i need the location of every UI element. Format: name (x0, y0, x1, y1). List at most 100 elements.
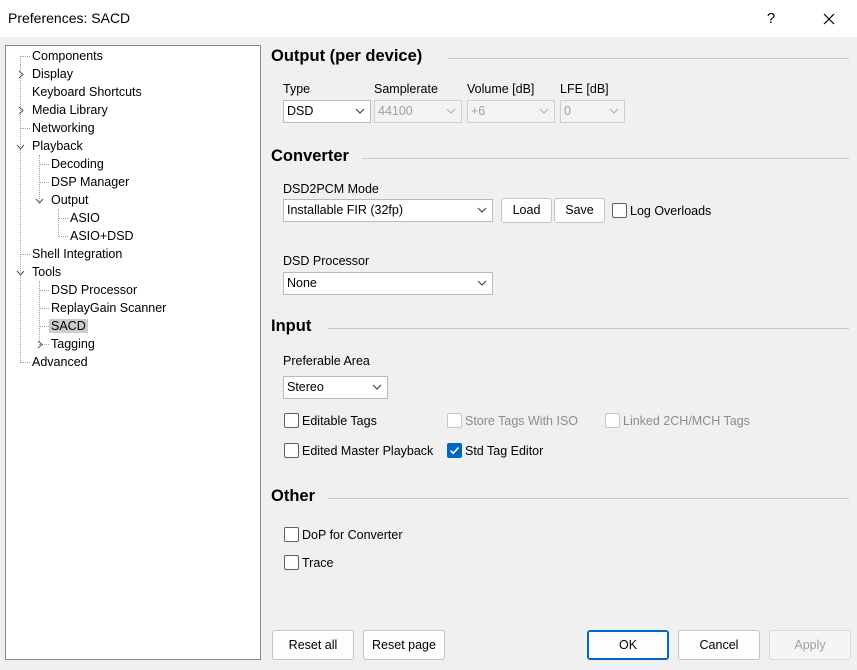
section-divider (328, 498, 849, 499)
log-overloads-checkbox[interactable] (612, 203, 627, 218)
tree-item-sacd[interactable]: SACD (49, 317, 88, 335)
chevron-down-icon (477, 280, 487, 286)
tree-item-label: Display (32, 67, 73, 81)
std-tag-editor-checkbox[interactable] (447, 443, 462, 458)
chevron-down-icon[interactable] (16, 142, 25, 151)
tree-item-media-library[interactable]: Media Library (30, 101, 110, 119)
tree-item-decoding[interactable]: Decoding (49, 155, 106, 173)
chevron-right-icon[interactable] (16, 70, 25, 79)
tree-item-label: Networking (32, 121, 95, 135)
tree-connector (39, 308, 49, 309)
tree-item-output[interactable]: Output (49, 191, 91, 209)
section-divider (328, 328, 849, 329)
preferable-area-value: Stereo (287, 380, 324, 394)
save-button[interactable]: Save (554, 198, 605, 223)
tree-item-label: Shell Integration (32, 247, 123, 261)
tree-item-label: ASIO (70, 211, 100, 225)
preferable-area-select[interactable]: Stereo (283, 376, 388, 399)
tree-item-label: ASIO+DSD (70, 229, 134, 243)
dsd-processor-label: DSD Processor (283, 254, 370, 268)
tree-item-asio[interactable]: ASIO (68, 209, 102, 227)
trace-checkbox[interactable] (284, 555, 299, 570)
tree-item-display[interactable]: Display (30, 65, 75, 83)
chevron-down-icon (477, 207, 487, 213)
chevron-right-icon[interactable] (16, 106, 25, 115)
tree-item-label: Playback (32, 139, 83, 153)
other-section-title: Other (271, 487, 316, 505)
linked-tags-checkbox[interactable] (605, 413, 620, 428)
samplerate-select-value: 44100 (378, 104, 413, 118)
tree-connector (39, 182, 49, 183)
tree-connector (58, 218, 68, 219)
tree-item-asio-dsd[interactable]: ASIO+DSD (68, 227, 136, 245)
tree-item-components[interactable]: Components (30, 47, 105, 65)
tree-item-advanced[interactable]: Advanced (30, 353, 90, 371)
chevron-down-icon (609, 108, 619, 114)
tree-connector (58, 209, 59, 237)
tree-connector (20, 56, 21, 363)
tree-item-dsd-processor[interactable]: DSD Processor (49, 281, 139, 299)
chevron-down-icon (539, 108, 549, 114)
store-tags-label: Store Tags With ISO (465, 414, 579, 428)
editable-tags-checkbox[interactable] (284, 413, 299, 428)
edited-master-playback-label: Edited Master Playback (302, 444, 434, 458)
edited-master-playback-checkbox[interactable] (284, 443, 299, 458)
tree-item-label: DSP Manager (51, 175, 130, 189)
chevron-down-icon[interactable] (35, 196, 44, 205)
std-tag-editor-label: Std Tag Editor (465, 444, 544, 458)
cancel-button[interactable]: Cancel (678, 630, 760, 660)
reset-all-button[interactable]: Reset all (272, 630, 354, 660)
store-tags-checkbox[interactable] (447, 413, 462, 428)
tree-item-label: Output (51, 193, 89, 207)
dop-for-converter-checkbox[interactable] (284, 527, 299, 542)
close-icon (823, 13, 835, 24)
type-select[interactable]: DSD (283, 100, 371, 123)
converter-section-title: Converter (271, 147, 349, 165)
tree-item-label: Components (32, 49, 103, 63)
editable-tags-label: Editable Tags (302, 414, 377, 428)
tree-item-label: SACD (49, 319, 88, 333)
tree-item-label: Media Library (32, 103, 108, 117)
tree-connector (39, 290, 49, 291)
window-title: Preferences: SACD (8, 10, 131, 26)
tree-connector (20, 254, 30, 255)
dsd-processor-select[interactable]: None (283, 272, 493, 295)
apply-button[interactable]: Apply (769, 630, 851, 660)
tree-item-replaygain-scanner[interactable]: ReplayGain Scanner (49, 299, 168, 317)
help-icon: ? (766, 10, 776, 27)
tree-item-playback[interactable]: Playback (30, 137, 85, 155)
tree-item-tools[interactable]: Tools (30, 263, 63, 281)
volume-select[interactable]: +6 (467, 100, 555, 123)
close-button[interactable] (806, 0, 852, 37)
linked-tags-label: Linked 2CH/MCH Tags (623, 414, 750, 428)
chevron-down-icon (372, 384, 382, 390)
preferences-tree[interactable]: Components Display Keyboard Shortcuts Me… (5, 45, 261, 660)
tree-item-networking[interactable]: Networking (30, 119, 97, 137)
tree-connector (39, 164, 49, 165)
help-button[interactable]: ? (748, 0, 794, 37)
tree-connector (39, 155, 40, 201)
samplerate-select[interactable]: 44100 (374, 100, 462, 123)
log-overloads-label: Log Overloads (630, 204, 712, 218)
tree-item-dsp-manager[interactable]: DSP Manager (49, 173, 131, 191)
dsd2pcm-mode-select[interactable]: Installable FIR (32fp) (283, 199, 493, 222)
reset-page-button[interactable]: Reset page (363, 630, 445, 660)
chevron-right-icon[interactable] (35, 340, 44, 349)
checkmark-icon (449, 446, 460, 455)
tree-item-shell-integration[interactable]: Shell Integration (30, 245, 124, 263)
tree-item-label: ReplayGain Scanner (51, 301, 167, 315)
tree-item-label: Tools (32, 265, 62, 279)
tree-connector (39, 326, 49, 327)
dop-for-converter-label: DoP for Converter (302, 528, 403, 542)
lfe-select[interactable]: 0 (560, 100, 625, 123)
tree-item-keyboard-shortcuts[interactable]: Keyboard Shortcuts (30, 83, 144, 101)
tree-item-label: Tagging (51, 337, 95, 351)
tree-item-label: DSD Processor (51, 283, 138, 297)
ok-button[interactable]: OK (587, 630, 669, 660)
load-button[interactable]: Load (501, 198, 552, 223)
tree-item-tagging[interactable]: Tagging (49, 335, 97, 353)
chevron-down-icon[interactable] (16, 268, 25, 277)
trace-label: Trace (302, 556, 334, 570)
dsd2pcm-mode-value: Installable FIR (32fp) (287, 203, 404, 217)
input-section-title: Input (271, 317, 312, 335)
